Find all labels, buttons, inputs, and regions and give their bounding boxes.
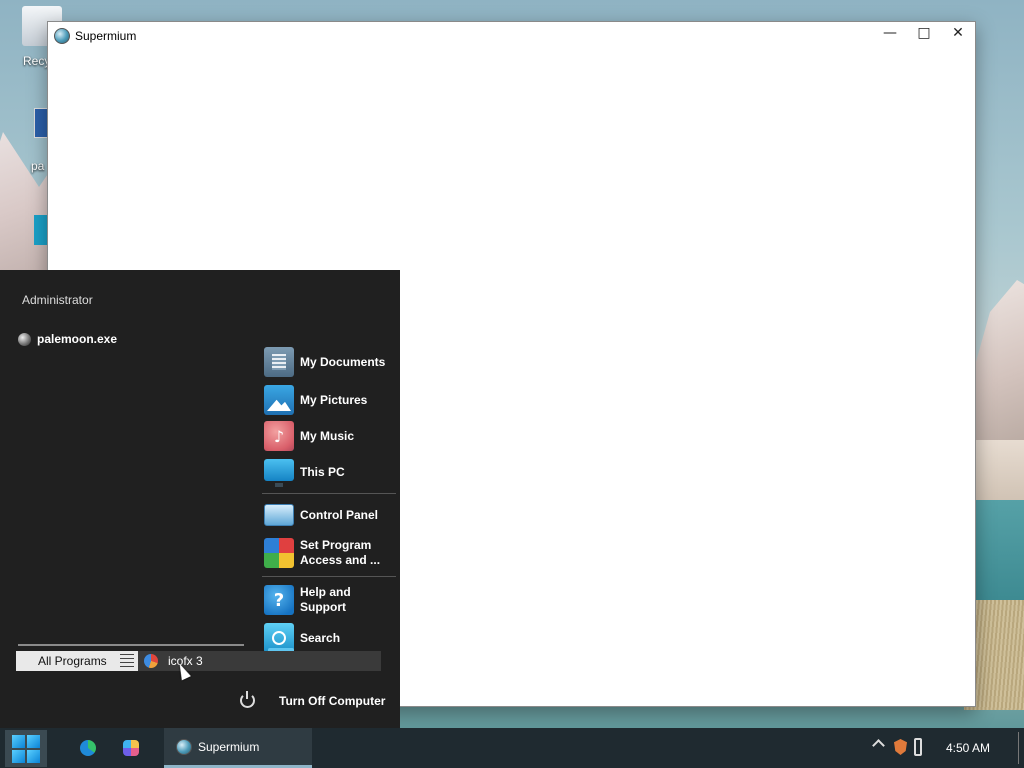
start-item-my-documents[interactable]: My Documents <box>262 342 396 382</box>
start-menu-divider <box>262 576 396 577</box>
user-name[interactable]: Administrator <box>22 293 93 307</box>
taskbar: Supermium 4:50 AM <box>0 728 1024 768</box>
help-icon: ? <box>264 585 294 615</box>
taskbar-app-label: Supermium <box>198 739 260 754</box>
start-item-control-panel[interactable]: Control Panel <box>262 497 396 533</box>
start-item-label: Set Program Access and ... <box>300 538 381 567</box>
power-icon[interactable] <box>240 691 255 708</box>
start-search-result-icofx[interactable]: icofx 3 <box>138 651 381 671</box>
supermium-icon <box>54 28 70 44</box>
pinned-item-label: palemoon.exe <box>37 332 118 346</box>
start-menu-divider <box>262 493 396 494</box>
start-item-set-program-access[interactable]: Set Program Access and ... <box>262 533 396 573</box>
palemoon-icon <box>18 332 31 346</box>
start-item-label: Control Panel <box>300 507 379 522</box>
start-item-label: My Documents <box>300 354 386 369</box>
start-item-help-support[interactable]: ? Help and Support <box>262 580 396 620</box>
start-menu: Administrator palemoon.exe My Documents … <box>0 270 400 728</box>
start-item-my-pictures[interactable]: My Pictures <box>262 382 396 418</box>
maximize-button[interactable]: □ <box>907 22 941 44</box>
list-icon <box>120 654 134 668</box>
icofx-icon <box>144 654 158 668</box>
window-title: Supermium <box>75 29 137 43</box>
documents-icon <box>264 347 294 377</box>
start-menu-divider <box>18 644 244 646</box>
window-controls: — □ ✕ <box>873 22 975 44</box>
taskbar-app-supermium[interactable]: Supermium <box>164 728 312 768</box>
start-item-label: This PC <box>300 464 345 479</box>
start-item-label: My Music <box>300 428 355 443</box>
desktop-shortcut-icon-2[interactable] <box>34 215 48 245</box>
desktop-icon-label-pa: pa <box>31 159 45 173</box>
windows-logo-icon <box>12 734 40 763</box>
music-icon: ♪ <box>264 421 294 451</box>
start-menu-right-column: My Documents My Pictures ♪ My Music This… <box>262 342 396 656</box>
computer-icon <box>264 459 294 487</box>
minimize-button[interactable]: — <box>873 22 907 44</box>
control-panel-icon <box>264 504 294 526</box>
pinned-item-palemoon[interactable]: palemoon.exe <box>18 332 117 346</box>
start-item-label: Search <box>300 630 341 645</box>
show-desktop-button[interactable] <box>1018 732 1019 764</box>
turn-off-computer-button[interactable]: Turn Off Computer <box>279 694 385 708</box>
copilot-icon[interactable] <box>123 740 139 756</box>
program-access-icon <box>264 538 294 568</box>
close-button[interactable]: ✕ <box>941 22 975 44</box>
usb-icon[interactable] <box>914 738 922 756</box>
start-button[interactable] <box>5 730 47 767</box>
all-programs-label: All Programs <box>38 654 107 668</box>
start-item-this-pc[interactable]: This PC <box>262 454 396 490</box>
all-programs-button[interactable]: All Programs <box>16 651 138 671</box>
brave-shield-icon[interactable] <box>894 739 907 755</box>
edge-icon[interactable] <box>80 740 96 756</box>
clock[interactable]: 4:50 AM <box>946 741 990 755</box>
chevron-up-icon[interactable] <box>872 739 885 752</box>
supermium-icon <box>176 738 192 755</box>
start-item-label: Help and Support <box>300 585 351 614</box>
start-item-my-music[interactable]: ♪ My Music <box>262 418 396 454</box>
start-item-label: My Pictures <box>300 392 368 407</box>
window-titlebar[interactable]: Supermium — □ ✕ <box>48 22 975 50</box>
pictures-icon <box>264 385 294 415</box>
